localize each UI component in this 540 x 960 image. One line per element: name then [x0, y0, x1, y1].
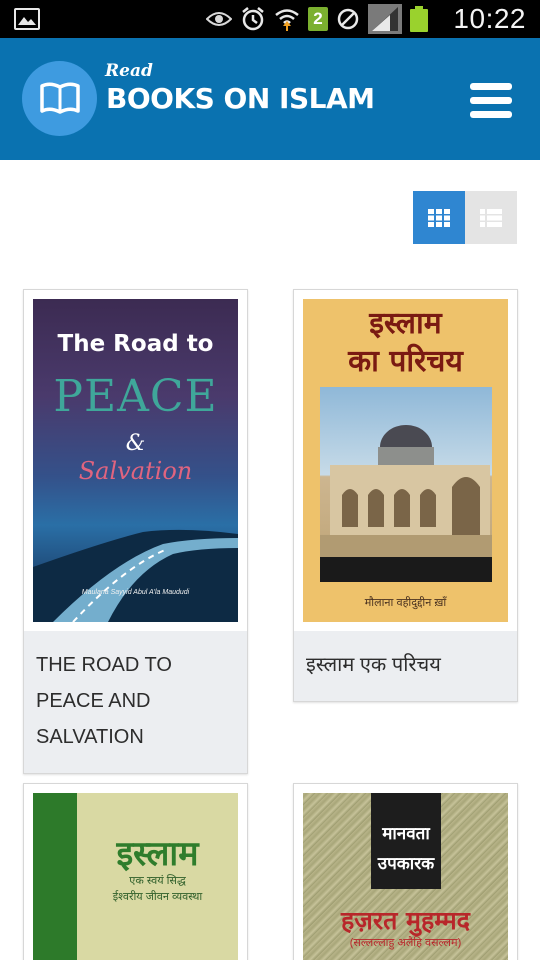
cover-line: Salvation	[78, 457, 193, 485]
book-title[interactable]: THE ROAD TO PEACE AND SALVATION	[24, 631, 247, 773]
book-cover-frame: मानवता उपकारक हज़रत मुहम्मद (सल्लल्लाहु …	[294, 784, 517, 960]
book-cover[interactable]: मानवता उपकारक हज़रत मुहम्मद (सल्लल्लाहु …	[303, 793, 508, 960]
hamburger-menu-icon[interactable]	[470, 80, 518, 120]
book-cover-frame: इस्लाम एक स्वयं सिद्ध ईश्वरीय जीवन व्यवस…	[24, 784, 247, 960]
cover-line: इस्लाम	[116, 834, 199, 874]
cover-line: मानवता	[382, 824, 430, 844]
book-cover[interactable]: इस्लाम एक स्वयं सिद्ध ईश्वरीय जीवन व्यवस…	[33, 793, 238, 960]
cover-line: एक स्वयं सिद्ध	[129, 875, 186, 887]
battery-icon	[410, 6, 428, 32]
logo-title[interactable]: BOOKS ON ISLAM	[106, 82, 375, 115]
app-header: Read BOOKS ON ISLAM	[0, 38, 540, 160]
book-cover[interactable]: इस्लाम का परिचय मौलाना वहीदुद्दीन ख़ाँ	[303, 299, 508, 622]
grid-view-icon	[428, 208, 450, 227]
gallery-icon	[14, 8, 40, 30]
book-title[interactable]: इस्लाम एक परिचय	[294, 631, 517, 701]
cover-line: का परिचय	[348, 344, 463, 379]
eye-icon	[206, 10, 232, 28]
book-logo-icon[interactable]	[22, 61, 97, 136]
mosque-photo	[320, 387, 492, 582]
book-card[interactable]: मानवता उपकारक हज़रत मुहम्मद (सल्लल्लाहु …	[293, 783, 518, 960]
cover-line: &	[125, 431, 146, 456]
cover-line: ईश्वरीय जीवन व्यवस्था	[112, 891, 203, 903]
list-view-button[interactable]	[465, 191, 517, 244]
cover-line: इस्लाम	[369, 306, 442, 341]
book-cover-frame: इस्लाम का परिचय मौलाना वहीदुद्दीन ख़ाँ	[294, 290, 517, 631]
sim-badge: 2	[308, 7, 328, 31]
book-card[interactable]: इस्लाम एक स्वयं सिद्ध ईश्वरीय जीवन व्यवस…	[23, 783, 248, 960]
logo-tagline: Read	[105, 61, 153, 81]
cover-author: Maulana Sayyid Abul A'la Maududi	[81, 589, 190, 596]
status-bar: 2 10:22	[0, 0, 540, 38]
clock: 10:22	[453, 3, 526, 34]
signal-icon	[368, 4, 402, 34]
book-card[interactable]: The Road to PEACE & Salvation Maulana Sa…	[23, 289, 248, 774]
cover-line: उपकारक	[377, 854, 435, 874]
book-cover[interactable]: The Road to PEACE & Salvation Maulana Sa…	[33, 299, 238, 622]
alarm-icon	[240, 6, 266, 32]
cover-author: मौलाना वहीदुद्दीन ख़ाँ	[364, 597, 447, 609]
cover-spine	[33, 793, 77, 960]
book-cover-frame: The Road to PEACE & Salvation Maulana Sa…	[24, 290, 247, 631]
wifi-icon	[274, 6, 300, 32]
grid-view-button[interactable]	[413, 191, 465, 244]
list-view-icon	[480, 208, 502, 227]
no-sync-icon	[336, 7, 360, 31]
cover-line: The Road to	[57, 331, 214, 357]
cover-line: हज़रत मुहम्मद	[341, 906, 470, 935]
view-toggle	[413, 191, 518, 244]
cover-line: PEACE	[53, 371, 218, 422]
book-card[interactable]: इस्लाम का परिचय मौलाना वहीदुद्दीन ख़ाँ इ…	[293, 289, 518, 702]
cover-line: (सल्लल्लाहु अलैहि वसल्लम)	[349, 937, 462, 949]
